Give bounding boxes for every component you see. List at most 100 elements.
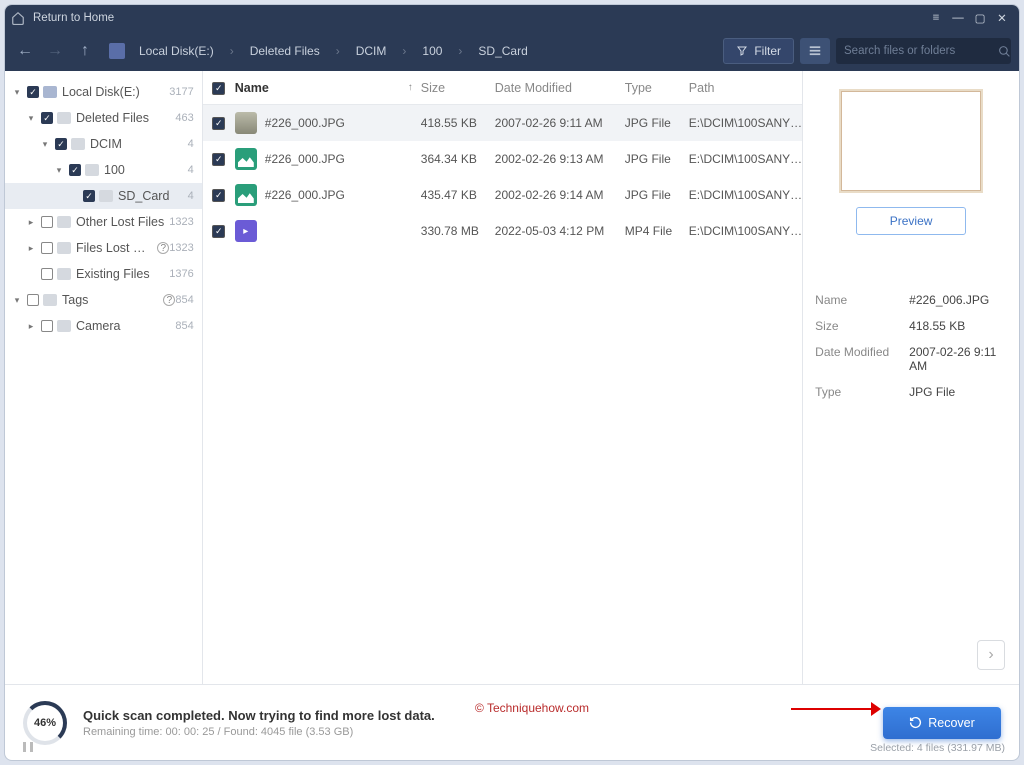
tree-item[interactable]: ▸Other Lost Files1323 xyxy=(5,209,202,235)
col-type[interactable]: Type xyxy=(625,81,689,95)
folder-icon xyxy=(57,242,71,254)
expand-icon[interactable]: ▾ xyxy=(53,165,65,176)
expand-icon[interactable]: ▾ xyxy=(11,295,23,306)
close-button[interactable]: ✕ xyxy=(991,7,1013,29)
file-date: 2002-02-26 9:14 AM xyxy=(495,188,625,202)
tree-item[interactable]: ▾1004 xyxy=(5,157,202,183)
row-checkbox[interactable] xyxy=(212,117,225,130)
breadcrumb-item[interactable]: DCIM xyxy=(350,40,393,62)
info-value: 418.55 KB xyxy=(909,319,1007,333)
scan-progress-ring: 46% xyxy=(23,701,67,745)
file-row[interactable]: #226_000.JPG418.55 KB2007-02-26 9:11 AMJ… xyxy=(203,105,802,141)
expand-icon[interactable]: ▾ xyxy=(11,87,23,98)
tree-label: Files Lost Original… xyxy=(76,241,154,255)
view-toggle-button[interactable] xyxy=(800,38,830,64)
col-size[interactable]: Size xyxy=(421,81,495,95)
tree-checkbox[interactable] xyxy=(55,138,67,150)
recover-button[interactable]: Recover xyxy=(883,707,1001,739)
sort-icon: ↑ xyxy=(408,82,413,93)
file-rows: #226_000.JPG418.55 KB2007-02-26 9:11 AMJ… xyxy=(203,105,802,684)
col-name[interactable]: Name↑ xyxy=(235,81,421,95)
forward-button[interactable]: → xyxy=(43,39,67,63)
tree-item[interactable]: ▸Camera854 xyxy=(5,313,202,339)
col-path[interactable]: Path xyxy=(689,81,802,95)
tree-label: Other Lost Files xyxy=(76,215,169,229)
expand-icon[interactable]: ▸ xyxy=(25,243,37,254)
next-page-button[interactable]: › xyxy=(977,640,1005,670)
expand-icon[interactable]: ▸ xyxy=(25,217,37,228)
search-box[interactable] xyxy=(836,38,1011,64)
maximize-button[interactable]: ▢ xyxy=(969,7,991,29)
file-row[interactable]: #226_000.JPG435.47 KB2002-02-26 9:14 AMJ… xyxy=(203,177,802,213)
info-value: JPG File xyxy=(909,385,1007,399)
select-all-checkbox[interactable] xyxy=(212,82,225,95)
file-size: 435.47 KB xyxy=(421,188,495,202)
file-name: #226_000.JPG xyxy=(265,116,421,130)
column-headers: Name↑ Size Date Modified Type Path xyxy=(203,71,802,105)
breadcrumb-item[interactable]: 100 xyxy=(416,40,448,62)
file-name: #226_000.JPG xyxy=(265,188,421,202)
tree-checkbox[interactable] xyxy=(41,268,53,280)
file-type: JPG File xyxy=(625,116,689,130)
expand-icon[interactable]: ▸ xyxy=(25,321,37,332)
menu-icon[interactable]: ≡ xyxy=(925,7,947,29)
preview-thumbnail xyxy=(841,91,981,191)
back-button[interactable]: ← xyxy=(13,39,37,63)
folder-tree: ▾Local Disk(E:)3177▾Deleted Files463▾DCI… xyxy=(5,71,203,684)
breadcrumb-item[interactable]: SD_Card xyxy=(472,40,533,62)
file-path: E:\DCIM\100SANY… xyxy=(689,224,802,238)
tree-item[interactable]: SD_Card4 xyxy=(5,183,202,209)
file-date: 2002-02-26 9:13 AM xyxy=(495,152,625,166)
tree-item[interactable]: ▾Tags?854 xyxy=(5,287,202,313)
tree-checkbox[interactable] xyxy=(41,242,53,254)
tree-item[interactable]: ▾Local Disk(E:)3177 xyxy=(5,79,202,105)
tree-checkbox[interactable] xyxy=(69,164,81,176)
annotation-arrow xyxy=(791,705,881,713)
tree-checkbox[interactable] xyxy=(41,216,53,228)
home-icon xyxy=(11,11,25,25)
tree-label: Camera xyxy=(76,319,175,333)
row-checkbox[interactable] xyxy=(212,225,225,238)
row-checkbox[interactable] xyxy=(212,189,225,202)
tree-count: 854 xyxy=(175,294,193,306)
search-input[interactable] xyxy=(844,45,998,57)
breadcrumb-item[interactable]: Local Disk(E:) xyxy=(133,40,220,62)
help-icon[interactable]: ? xyxy=(163,294,175,306)
up-button[interactable]: ↑ xyxy=(73,39,97,63)
file-list-pane: Name↑ Size Date Modified Type Path #226_… xyxy=(203,71,803,684)
folder-icon xyxy=(57,268,71,280)
col-date[interactable]: Date Modified xyxy=(495,81,625,95)
file-row[interactable]: #226_000.JPG364.34 KB2002-02-26 9:13 AMJ… xyxy=(203,141,802,177)
info-row: Size418.55 KB xyxy=(815,313,1007,339)
row-checkbox[interactable] xyxy=(212,153,225,166)
tree-item[interactable]: ▾DCIM4 xyxy=(5,131,202,157)
tree-checkbox[interactable] xyxy=(27,86,39,98)
info-key: Size xyxy=(815,319,909,333)
tree-count: 4 xyxy=(188,190,194,202)
file-type-icon xyxy=(235,148,257,170)
tree-checkbox[interactable] xyxy=(27,294,39,306)
tree-count: 1323 xyxy=(169,242,193,254)
expand-icon[interactable]: ▾ xyxy=(39,139,51,150)
breadcrumb-item[interactable]: Deleted Files xyxy=(244,40,326,62)
minimize-button[interactable]: — xyxy=(947,7,969,29)
tree-checkbox[interactable] xyxy=(41,112,53,124)
expand-icon[interactable]: ▾ xyxy=(25,113,37,124)
preview-button[interactable]: Preview xyxy=(856,207,966,235)
folder-icon xyxy=(57,320,71,332)
tree-checkbox[interactable] xyxy=(41,320,53,332)
tree-count: 4 xyxy=(188,138,194,150)
folder-icon xyxy=(71,138,85,150)
tree-item[interactable]: ▸ Files Lost Original…?1323 xyxy=(5,235,202,261)
filter-button[interactable]: Filter xyxy=(723,38,794,64)
help-icon[interactable]: ? xyxy=(157,242,169,254)
pause-icon[interactable] xyxy=(23,742,33,752)
recover-icon xyxy=(909,716,922,729)
return-home-link[interactable]: Return to Home xyxy=(33,12,114,24)
tree-item[interactable]: Existing Files1376 xyxy=(5,261,202,287)
file-row[interactable]: 330.78 MB2022-05-03 4:12 PMMP4 FileE:\DC… xyxy=(203,213,802,249)
info-row: Name#226_006.JPG xyxy=(815,287,1007,313)
tree-item[interactable]: ▾Deleted Files463 xyxy=(5,105,202,131)
tree-checkbox[interactable] xyxy=(83,190,95,202)
search-icon[interactable] xyxy=(998,45,1011,58)
